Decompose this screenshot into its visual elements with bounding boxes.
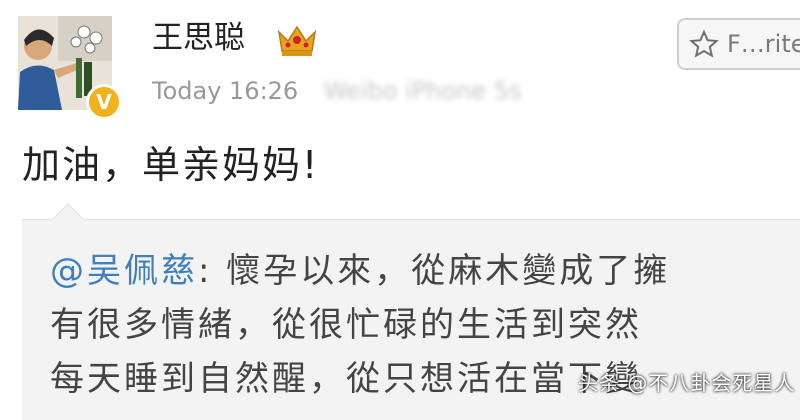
favorite-label: F…rite [727,30,800,58]
quoted-line: @吴佩慈: 懷孕以來，從麻木變成了擁 [50,244,790,298]
quoted-line-2: 有很多情緒，從很忙碌的生活到突然 [50,305,642,345]
star-icon [689,29,719,58]
quote-arrow-icon [52,203,84,220]
favorite-button[interactable]: F…rite [677,18,800,70]
post-source: Weibo iPhone 5s [323,77,522,105]
mention-separator: : [198,251,227,291]
username[interactable]: 王思聪 [152,18,245,58]
quoted-line-1: 懷孕以來，從麻木變成了擁 [226,251,671,291]
timestamp: Today 16:26 [152,77,299,105]
post-meta: Today 16:26 Weibo iPhone 5s [152,74,522,108]
mention-link[interactable]: @吴佩慈 [50,251,198,291]
verified-icon: V [86,84,122,120]
watermark: 头条 @不八卦会死星人 [578,371,796,395]
post-text: 加油，单亲妈妈! [22,143,320,187]
crown-icon [277,25,317,56]
